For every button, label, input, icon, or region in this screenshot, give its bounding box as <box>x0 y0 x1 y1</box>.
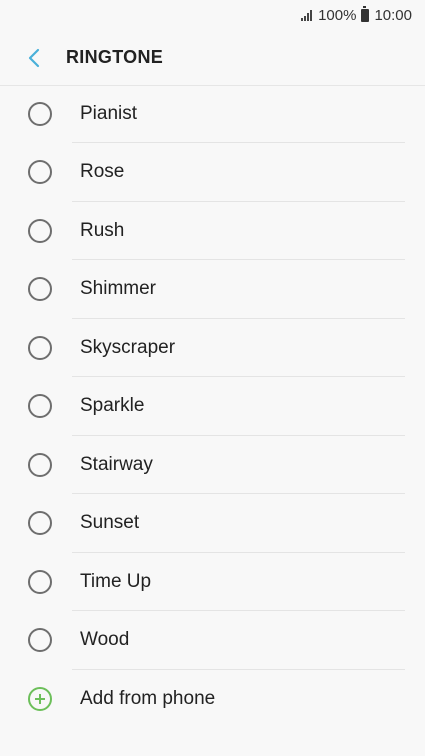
ringtone-item[interactable]: Shimmer <box>0 260 425 319</box>
ringtone-label: Stairway <box>80 453 153 475</box>
back-button[interactable] <box>10 34 58 82</box>
clock: 10:00 <box>374 6 412 24</box>
ringtone-item[interactable]: Sparkle <box>0 377 425 436</box>
plus-circle-icon <box>28 686 52 711</box>
ringtone-list: Over the HorizonPianistRoseRushShimmerSk… <box>0 26 425 728</box>
radio-icon[interactable] <box>28 277 52 302</box>
ringtone-label: Sparkle <box>80 395 145 417</box>
radio-icon[interactable] <box>28 335 52 360</box>
ringtone-item[interactable]: Rose <box>0 143 425 202</box>
ringtone-item[interactable]: Time Up <box>0 553 425 611</box>
radio-icon[interactable] <box>28 569 52 594</box>
ringtone-item[interactable]: Stairway <box>0 436 425 494</box>
battery-icon <box>361 6 370 22</box>
ringtone-item[interactable]: Wood <box>0 611 425 670</box>
chevron-left-icon <box>28 48 40 67</box>
ringtone-label: Time Up <box>80 570 152 592</box>
ringtone-item[interactable]: Rush <box>0 202 425 260</box>
page-title: RINGTONE <box>66 47 164 67</box>
ringtone-label: Rush <box>80 219 125 241</box>
radio-icon[interactable] <box>28 101 52 126</box>
radio-icon[interactable] <box>28 452 52 477</box>
add-from-phone-button[interactable]: Add from phone <box>0 670 425 729</box>
radio-icon[interactable] <box>28 218 52 243</box>
ringtone-item[interactable]: Skyscraper <box>0 319 425 377</box>
radio-icon[interactable] <box>28 511 52 536</box>
ringtone-label: Sunset <box>80 512 140 534</box>
ringtone-label: Skyscraper <box>80 336 176 358</box>
ringtone-label: Shimmer <box>80 278 157 300</box>
radio-icon[interactable] <box>28 628 52 653</box>
ringtone-item[interactable]: Pianist <box>0 85 425 143</box>
ringtone-label: Pianist <box>80 102 138 124</box>
ringtone-label: Wood <box>80 629 130 651</box>
ringtone-label: Rose <box>80 161 125 183</box>
add-from-phone-label: Add from phone <box>80 687 216 709</box>
radio-icon[interactable] <box>28 160 52 185</box>
ringtone-item[interactable]: Sunset <box>0 494 425 553</box>
app-bar: RINGTONE <box>0 30 425 86</box>
signal-icon <box>301 9 313 21</box>
radio-icon[interactable] <box>28 394 52 419</box>
battery-percentage: 100% <box>318 6 357 24</box>
